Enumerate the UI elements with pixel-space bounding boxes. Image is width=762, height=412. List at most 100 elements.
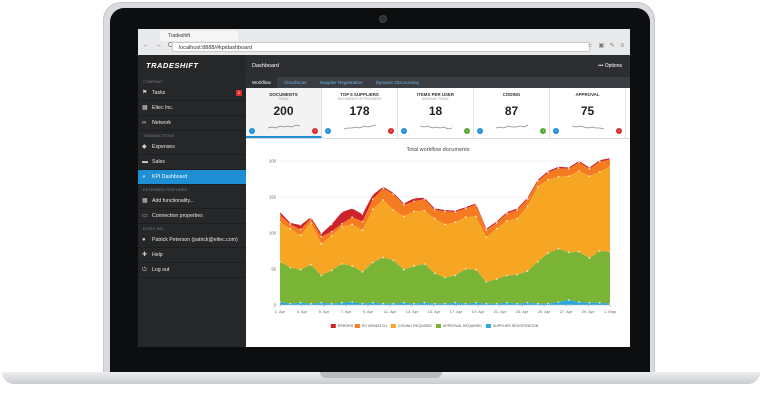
main-panel: Dashboard ••• Options Workflow CloudScan… bbox=[246, 55, 630, 347]
y-tick-label: 150 bbox=[269, 195, 277, 200]
data-point-approval-required bbox=[392, 259, 395, 262]
data-point-coding-required bbox=[320, 242, 323, 245]
kpi-top-suppliers[interactable]: TOP 5 SUPPLIERS DOCUMENTS IN PROGRESS 17… bbox=[322, 88, 398, 138]
webcam bbox=[379, 15, 387, 23]
sidebar-item-company[interactable]: ▦ Eltec Inc. bbox=[138, 101, 246, 116]
sidebar-item-network[interactable]: ∞ Network bbox=[138, 116, 246, 131]
data-point-supplier-registration bbox=[423, 301, 426, 304]
data-point-supplier-registration bbox=[433, 302, 436, 305]
data-point-supplier-registration bbox=[310, 302, 312, 305]
tab-dynamic-discounting[interactable]: Dynamic Discounting bbox=[370, 77, 425, 88]
sidebar-item-label: Expenses bbox=[152, 144, 175, 150]
sidebar-section-user: ELTEC INC. bbox=[143, 226, 165, 231]
data-point-supplier-registration bbox=[341, 301, 343, 304]
kpi-documents[interactable]: DOCUMENTS TODAY 200 i ↑ bbox=[246, 88, 322, 138]
data-point-errors bbox=[351, 207, 354, 210]
legend-label: SUPPLIER REGISTRATION bbox=[493, 324, 539, 328]
options-button[interactable]: ••• Options bbox=[598, 55, 622, 77]
data-point-approval-required bbox=[536, 260, 539, 263]
x-tick-label: 13. Apr bbox=[406, 309, 419, 314]
data-point-approval-required bbox=[299, 268, 302, 271]
legend-label: PO MISMATCH bbox=[362, 324, 387, 328]
data-point-supplier-registration bbox=[402, 301, 405, 304]
data-point-errors bbox=[536, 178, 539, 181]
data-point-supplier-registration bbox=[475, 301, 477, 304]
kpi-coding[interactable]: CODING 87 i ↑ bbox=[474, 88, 550, 138]
data-point-errors bbox=[341, 211, 343, 213]
legend-swatch bbox=[435, 324, 441, 328]
data-point-coding-required bbox=[299, 234, 302, 237]
info-icon[interactable]: i bbox=[553, 128, 559, 134]
sidebar-item-tasks[interactable]: ⚑ Tasks 2 bbox=[138, 86, 246, 101]
kpi-value: 178 bbox=[349, 104, 370, 118]
data-point-approval-required bbox=[495, 278, 498, 280]
data-point-po-mismatch bbox=[351, 216, 354, 219]
data-point-approval-required bbox=[382, 256, 384, 259]
sparkline bbox=[572, 125, 604, 130]
kpi-value: 18 bbox=[428, 104, 443, 118]
sidebar-section-company: COMPANY bbox=[143, 79, 163, 84]
info-icon[interactable]: i bbox=[477, 128, 483, 134]
data-point-errors bbox=[567, 166, 570, 169]
tab-supplier-registration[interactable]: Supplier Registration bbox=[314, 77, 369, 88]
x-tick-label: 19. Apr bbox=[472, 309, 485, 314]
tab-cloudscan[interactable]: CloudScan bbox=[278, 77, 312, 88]
sidebar: TRADESHIFT COMPANY ⚑ Tasks 2 ▦ Eltec Inc. ∞… bbox=[138, 55, 246, 347]
browser-toolbar-icons[interactable]: ☆ ▣ ✎ ≡ bbox=[587, 42, 626, 49]
sidebar-item-user[interactable]: ● Patrick Peterson (patrick@eltec.com) bbox=[138, 233, 246, 248]
data-point-errors bbox=[485, 227, 488, 230]
sidebar-item-help[interactable]: ✚ Help bbox=[138, 248, 246, 263]
kpi-value: 200 bbox=[273, 104, 294, 118]
data-point-approval-required bbox=[402, 268, 405, 271]
data-point-po-mismatch bbox=[361, 220, 364, 223]
workflow-area-chart: Total workflow documents 0 50 100 150 200 1. A… bbox=[269, 147, 616, 328]
browser-chrome: Tradeshift ← → C localhost:8888/#kpidash… bbox=[138, 29, 630, 56]
url-bar[interactable]: localhost:8888/#kpidashboard bbox=[172, 42, 590, 52]
kpi-subtitle bbox=[474, 97, 549, 101]
data-point-coding-required bbox=[310, 222, 312, 224]
logo[interactable]: TRADESHIFT bbox=[138, 55, 246, 77]
data-point-errors bbox=[495, 220, 498, 223]
data-point-approval-required bbox=[598, 250, 601, 252]
x-tick-label: 25. Apr bbox=[538, 309, 551, 314]
sidebar-item-logout[interactable]: ⏻ Log out bbox=[138, 263, 246, 278]
data-point-errors bbox=[279, 211, 281, 213]
link-icon: ∞ bbox=[142, 120, 147, 126]
x-tick-label: 7. Apr bbox=[341, 309, 352, 314]
x-tick-label: 17. Apr bbox=[450, 309, 463, 314]
data-point-supplier-registration bbox=[598, 301, 601, 304]
info-icon[interactable]: i bbox=[401, 128, 407, 134]
sidebar-item-expenses[interactable]: ◆ Expenses bbox=[138, 140, 246, 155]
sidebar-item-sales[interactable]: ▬ Sales bbox=[138, 155, 246, 170]
x-tick-label: 1. May bbox=[604, 309, 616, 314]
data-point-errors bbox=[609, 157, 611, 159]
sidebar-item-kpi-dashboard[interactable]: ◕ KPI Dashboard bbox=[138, 170, 246, 185]
data-point-approval-required bbox=[526, 270, 529, 273]
info-icon[interactable]: i bbox=[249, 128, 255, 134]
data-point-approval-required bbox=[464, 268, 467, 270]
sidebar-item-add-functionality[interactable]: ▦ Add functionality... bbox=[138, 194, 246, 209]
tab-workflow[interactable]: Workflow bbox=[246, 77, 277, 88]
browser-nav-icons[interactable]: ← → C bbox=[142, 42, 175, 49]
data-point-supplier-registration bbox=[413, 302, 415, 305]
data-point-po-mismatch bbox=[330, 230, 333, 233]
data-point-errors bbox=[299, 224, 302, 226]
sidebar-item-label: Add functionality... bbox=[152, 198, 195, 204]
sidebar-item-connection-properties[interactable]: ▭ Connection properties bbox=[138, 209, 246, 224]
kpi-value: 87 bbox=[504, 104, 519, 118]
data-point-supplier-registration bbox=[392, 302, 395, 305]
tag-icon: ◆ bbox=[142, 144, 147, 150]
kpi-items-per-user[interactable]: ITEMS PER USER AVERAGE TODAY 18 i ↓ bbox=[398, 88, 474, 138]
data-point-coding-required bbox=[506, 219, 508, 222]
data-point-approval-required bbox=[413, 265, 415, 267]
browser-tab[interactable]: Tradeshift bbox=[160, 31, 238, 41]
data-point-approval-required bbox=[351, 265, 354, 267]
kpi-approval[interactable]: APPROVAL 75 i ↓ bbox=[550, 88, 626, 138]
chart-title: Total workflow documents bbox=[407, 147, 470, 153]
legend-swatch bbox=[485, 324, 491, 328]
data-point-errors bbox=[464, 206, 467, 208]
data-point-supplier-registration bbox=[371, 301, 374, 304]
data-point-coding-required bbox=[536, 186, 539, 188]
data-point-coding-required bbox=[402, 215, 405, 218]
info-icon[interactable]: i bbox=[325, 128, 331, 134]
